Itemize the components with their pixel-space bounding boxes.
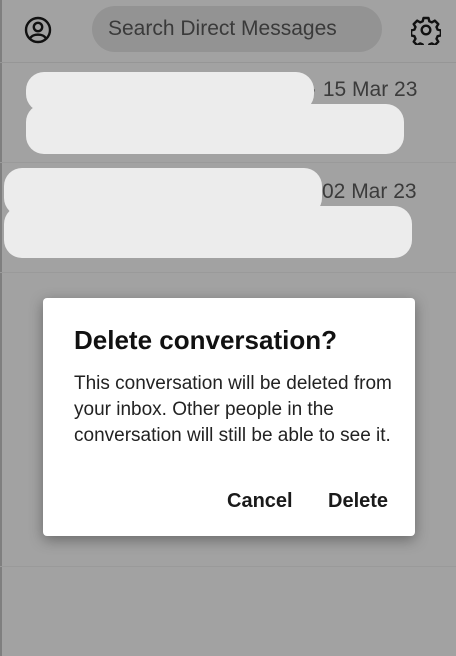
settings-button[interactable]	[409, 13, 443, 47]
search-placeholder: Search Direct Messages	[108, 17, 337, 40]
search-input[interactable]: Search Direct Messages	[92, 6, 382, 52]
profile-icon	[24, 16, 52, 44]
redacted-message-preview	[4, 206, 412, 258]
delete-button[interactable]: Delete	[328, 490, 388, 513]
row-divider	[0, 566, 456, 567]
top-bar: Search Direct Messages	[0, 0, 456, 62]
row-divider	[0, 272, 456, 273]
cancel-button[interactable]: Cancel	[227, 490, 293, 513]
dialog-message: This conversation will be deleted from y…	[74, 373, 392, 446]
dialog-title: Delete conversation?	[74, 325, 337, 355]
conversation-date: 02 Mar 23	[322, 180, 417, 203]
screen-edge	[0, 0, 2, 656]
row-divider	[0, 162, 456, 163]
conversation-date: · 15 Mar 23	[310, 78, 418, 101]
top-bar-divider	[0, 62, 456, 63]
profile-button[interactable]	[22, 14, 54, 46]
delete-conversation-dialog: Delete conversation? This conversation w…	[43, 298, 415, 536]
gear-icon	[411, 16, 441, 45]
redacted-message-preview	[26, 104, 404, 154]
